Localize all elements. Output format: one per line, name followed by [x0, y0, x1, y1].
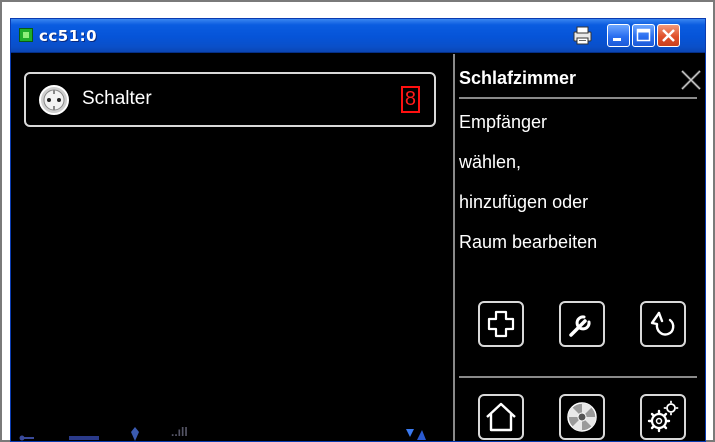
room-title: Schlafzimmer: [459, 68, 577, 88]
back-arrow-icon: [650, 311, 675, 336]
item-count-badge: 8: [400, 86, 420, 113]
title-bar[interactable]: cc51:0: [11, 19, 705, 53]
instruction-line-1: Empfänger: [459, 112, 548, 132]
edit-button[interactable]: [559, 301, 605, 347]
app-icon: [19, 28, 33, 42]
plus-icon: [487, 310, 515, 338]
close-button[interactable]: [657, 24, 680, 47]
panel-separator-top: [459, 97, 697, 99]
room-panel: Schlafzimmer Empfänger wählen, hinzufüge…: [455, 54, 705, 441]
close-panel-icon[interactable]: [679, 68, 703, 92]
instruction-line-4: Raum bearbeiten: [459, 232, 598, 252]
signal-bars-icon: ..ıll: [171, 425, 188, 439]
minimize-icon: [613, 38, 621, 41]
gears-icon: [647, 400, 679, 433]
panel-separator-bottom: [459, 376, 697, 378]
minimize-button[interactable]: [607, 24, 630, 47]
home-button[interactable]: [478, 394, 524, 440]
maximize-icon: [636, 28, 651, 42]
app-window: cc51:0 Schalter 8 ..ıll Schlafzimmer Emp…: [10, 18, 706, 442]
scenes-button[interactable]: [559, 394, 605, 440]
instruction-line-2: wählen,: [459, 152, 522, 172]
item-label: Schalter: [82, 88, 152, 109]
back-button[interactable]: [640, 301, 686, 347]
settings-button[interactable]: [640, 394, 686, 440]
wrench-icon: [569, 315, 591, 337]
printer-icon[interactable]: [571, 24, 594, 47]
instruction-line-3: hinzufügen oder: [459, 192, 589, 212]
add-receiver-button[interactable]: [478, 301, 524, 347]
status-bar: ..ıll: [11, 425, 453, 441]
list-item-schalter[interactable]: Schalter 8: [24, 72, 436, 127]
window-title: cc51:0: [39, 27, 98, 45]
fan-icon: [567, 402, 597, 432]
battery-icon: [405, 427, 427, 441]
usb-icon: [19, 430, 35, 441]
house-icon: [486, 402, 516, 432]
network-icon: [69, 430, 99, 441]
close-icon: [662, 29, 675, 42]
power-socket-icon: [39, 85, 69, 115]
receiver-list: Schalter 8 ..ıll: [11, 54, 453, 441]
maximize-button[interactable]: [632, 24, 655, 47]
antenna-icon: [129, 427, 141, 441]
